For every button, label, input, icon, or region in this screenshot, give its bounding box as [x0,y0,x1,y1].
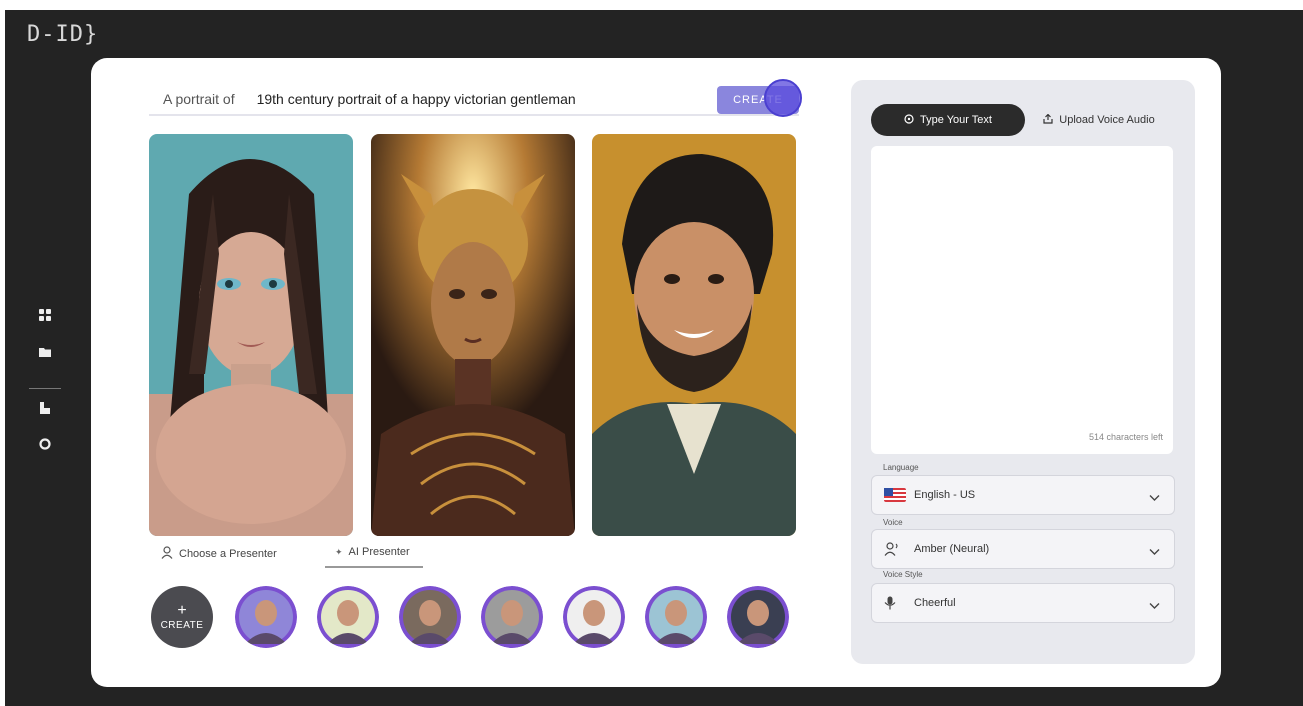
chat-icon [904,113,914,127]
presenter-tabs: Choose a Presenter ✦ AI Presenter [91,546,491,568]
prompt-bar: A portrait of CREATE [149,84,799,116]
voice-select[interactable]: Amber (Neural) [871,529,1175,569]
us-flag-icon [884,488,906,502]
avatar-fantasy-woman[interactable] [727,586,789,648]
voice-style-label: Voice Style [883,570,923,579]
chevron-down-icon [1149,543,1160,561]
avatar-man-orange-shirt[interactable] [317,586,379,648]
tab-ai-presenter[interactable]: ✦ AI Presenter [335,546,410,558]
voice-label: Voice [883,518,903,527]
app-screen: D-ID} A portrait of CREATE [5,10,1303,706]
prompt-input[interactable] [256,91,677,107]
person-voice-icon [884,542,906,556]
tab-upload-audio-label: Upload Voice Audio [1059,114,1155,126]
language-label: Language [883,463,919,472]
voice-value: Amber (Neural) [914,543,990,555]
script-panel: Type Your Text Upload Voice Audio 514 ch… [851,80,1195,664]
active-tab-underline [325,566,423,568]
create-presenter-label: CREATE [160,619,204,631]
create-presenter-button[interactable]: + CREATE [151,586,213,648]
chevron-down-icon [1149,489,1160,507]
voice-style-select[interactable]: Cheerful [871,583,1175,623]
avatar-red-hair-woman[interactable] [645,586,707,648]
language-value: English - US [914,489,976,501]
file-icon[interactable] [39,402,51,414]
person-icon [161,546,173,562]
language-select[interactable]: English - US [871,475,1175,515]
tab-ai-label: AI Presenter [348,546,410,558]
avatar-red-hair-cartoon[interactable] [235,586,297,648]
avatar-man-orange-hair[interactable] [399,586,461,648]
upload-icon [1043,113,1053,127]
plus-icon: + [177,601,187,619]
prompt-label: A portrait of [163,91,235,107]
avatar-robot-man[interactable] [481,586,543,648]
chevron-down-icon [1149,597,1160,615]
avatar-woman-afro[interactable] [563,586,625,648]
tab-upload-audio[interactable]: Upload Voice Audio [1025,104,1173,136]
tab-type-text[interactable]: Type Your Text [871,104,1025,136]
characters-left: 514 characters left [1088,432,1163,442]
portrait-victorian-gentleman[interactable] [592,134,796,536]
mic-icon [884,596,906,610]
script-source-toggle: Type Your Text Upload Voice Audio [871,104,1173,136]
portrait-woman-teal[interactable] [149,134,353,536]
tab-type-text-label: Type Your Text [920,114,992,126]
sidebar-divider [29,388,61,389]
portrait-golden-alien[interactable] [371,134,575,536]
grid-icon[interactable] [39,309,51,321]
circle-icon[interactable] [39,438,51,450]
voice-style-value: Cheerful [914,597,956,609]
tab-choose-label: Choose a Presenter [179,548,277,560]
d-id-logo[interactable]: D-ID} [27,22,98,47]
script-text-input[interactable]: 514 characters left [871,146,1173,454]
sparkle-icon: ✦ [335,546,343,557]
folder-icon[interactable] [39,346,51,358]
tab-choose-presenter[interactable]: Choose a Presenter [161,546,277,562]
main-card: A portrait of CREATE [91,58,1221,687]
cursor-highlight [764,79,802,117]
